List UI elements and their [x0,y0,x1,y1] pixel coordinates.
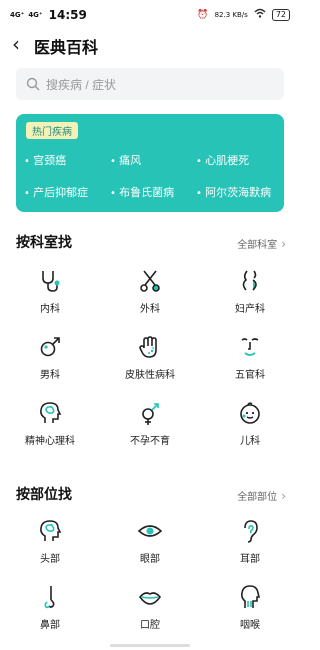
chevron-right-icon: › [281,237,286,251]
clock: 14:59 [48,8,87,22]
search-bar[interactable] [16,68,284,100]
hot-item[interactable]: 痛风 [110,152,196,168]
dept-item-surgery[interactable]: 外科 [100,262,200,328]
hot-diseases-card: 热门疾病 宫颈癌 痛风 心肌梗死 产后抑郁症 布鲁氏菌病 阿尔茨海默病 [16,114,284,212]
hot-tag: 热门疾病 [26,122,78,139]
back-icon[interactable]: ‹ [12,34,20,54]
all-body-parts-label: 全部部位 [237,492,278,503]
hot-item[interactable]: 阿尔茨海默病 [196,184,282,200]
pregnancy-icon [242,270,257,291]
stethoscope-icon [42,271,60,292]
dept-item-psychiatry[interactable]: 精神心理科 [0,394,100,460]
home-indicator [110,644,190,647]
hot-item[interactable]: 布鲁氏菌病 [110,184,196,200]
search-icon [26,77,40,91]
male-icon [40,337,60,357]
dept-label: 皮肤性病科 [125,370,175,381]
header: ‹ 医典百科 [0,32,300,60]
dept-label: 妇产科 [235,304,265,315]
dept-item-dermatology[interactable]: 皮肤性病科 [100,328,200,394]
body-item-head[interactable]: 头部 [0,512,100,578]
body-label: 口腔 [140,620,160,631]
body-item-ear[interactable]: 耳部 [200,512,300,578]
body-item-mouth[interactable]: 口腔 [100,578,200,644]
body-item-throat[interactable]: 咽喉 [200,578,300,644]
body-label: 鼻部 [40,620,60,631]
all-body-parts-link[interactable]: 全部部位 › [237,488,286,503]
dept-item-ent[interactable]: 五官科 [200,328,300,394]
all-departments-link[interactable]: 全部科室 › [237,236,286,251]
body-item-eye[interactable]: 眼部 [100,512,200,578]
scissors-icon [140,270,160,292]
hot-item[interactable]: 宫颈癌 [24,152,110,168]
body-label: 耳部 [240,554,260,565]
alarm-icon: ⏰ [197,9,209,20]
all-departments-label: 全部科室 [237,240,278,251]
head-icon [40,520,62,541]
dept-label: 男科 [40,370,60,381]
face-icon [241,338,259,356]
status-bar: 4G⁺ 4G⁺ 14:59 ⏰ 82.3 KB/s 72 [0,0,300,30]
net-speed: 82.3 KB/s [214,10,248,19]
dept-label: 外科 [140,304,160,315]
dept-label: 内科 [40,304,60,315]
dept-item-obgyn[interactable]: 妇产科 [200,262,300,328]
dept-item-internal[interactable]: 内科 [0,262,100,328]
dept-section-title: 按科室找 [16,235,72,251]
wifi-icon [254,8,266,21]
body-section-title: 按部位找 [16,487,72,503]
throat-icon [241,585,261,608]
page-title: 医典百科 [34,38,99,57]
dept-label: 不孕不育 [130,436,170,447]
hand-icon [139,336,157,358]
dept-item-pediatrics[interactable]: 儿科 [200,394,300,460]
search-input[interactable] [44,74,278,96]
dept-item-andrology[interactable]: 男科 [0,328,100,394]
body-label: 咽喉 [240,620,260,631]
gender-icon [142,403,159,425]
ear-icon [244,520,258,543]
network-indicator-2: 4G⁺ [28,10,43,19]
hot-item[interactable]: 心肌梗死 [196,152,282,168]
nose-icon [44,586,55,609]
body-item-nose[interactable]: 鼻部 [0,578,100,644]
body-label: 眼部 [140,554,160,565]
baby-icon [240,402,260,424]
dept-label: 儿科 [240,436,260,447]
mouth-icon [138,592,162,605]
eye-icon [137,525,163,537]
hot-item[interactable]: 产后抑郁症 [24,184,110,200]
dept-label: 精神心理科 [25,436,75,447]
battery-indicator: 72 [271,8,290,21]
chevron-right-icon: › [281,489,286,503]
head-brain-icon [40,402,62,423]
department-grid: 内科 外科 妇产科 男科 皮肤性病科 五官科 精神心理科 不孕不育 儿科 [0,262,300,460]
dept-label: 五官科 [235,370,265,381]
body-part-grid: 头部 眼部 耳部 鼻部 口腔 咽喉 [0,512,300,644]
network-indicator-1: 4G⁺ [10,10,25,19]
body-label: 头部 [40,554,60,565]
dept-item-infertility[interactable]: 不孕不育 [100,394,200,460]
